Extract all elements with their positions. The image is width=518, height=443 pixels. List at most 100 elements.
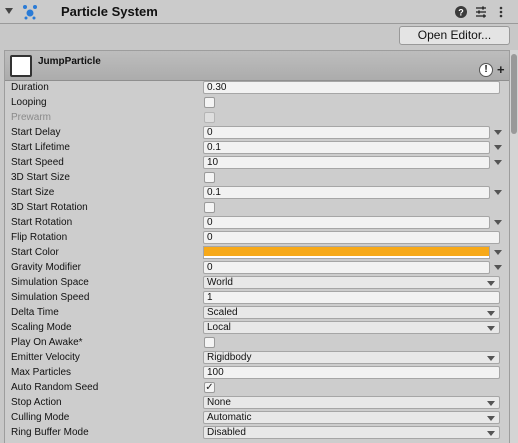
chevron-down-icon <box>487 431 495 436</box>
start-color-fill <box>204 247 489 256</box>
row-looping: Looping <box>6 95 510 110</box>
row-simulation-space: Simulation Space World <box>6 275 510 290</box>
simulation-speed-field[interactable]: 1 <box>203 291 500 304</box>
help-icon[interactable]: ? <box>454 5 468 19</box>
row-scaling-mode: Scaling Mode Local <box>6 320 510 335</box>
3d-start-rotation-label: 3D Start Rotation <box>11 202 88 213</box>
row-start-speed: Start Speed 10 <box>6 155 510 170</box>
start-speed-mode-dropdown-icon[interactable] <box>494 160 502 165</box>
row-prewarm: Prewarm <box>6 110 510 125</box>
add-module-icon[interactable]: + <box>497 62 505 77</box>
row-emitter-velocity: Emitter Velocity Rigidbody <box>6 350 510 365</box>
3d-start-size-checkbox[interactable] <box>204 172 215 183</box>
kebab-menu-icon[interactable] <box>494 5 508 19</box>
row-max-particles: Max Particles 100 <box>6 365 510 380</box>
row-play-on-awake: Play On Awake* <box>6 335 510 350</box>
row-start-size: Start Size 0.1 <box>6 185 510 200</box>
chevron-down-icon <box>487 326 495 331</box>
gravity-modifier-mode-dropdown-icon[interactable] <box>494 265 502 270</box>
delta-time-label: Delta Time <box>11 307 59 318</box>
stop-action-dropdown[interactable]: None <box>203 396 500 409</box>
start-size-label: Start Size <box>11 187 55 198</box>
start-size-field[interactable]: 0.1 <box>203 186 490 199</box>
gravity-modifier-label: Gravity Modifier <box>11 262 82 273</box>
row-duration: Duration 0.30 <box>6 80 510 95</box>
culling-mode-dropdown[interactable]: Automatic <box>203 411 500 424</box>
simulation-speed-label: Simulation Speed <box>11 292 90 303</box>
row-start-lifetime: Start Lifetime 0.1 <box>6 140 510 155</box>
start-delay-field[interactable]: 0 <box>203 126 490 139</box>
simulation-space-dropdown[interactable]: World <box>203 276 500 289</box>
prewarm-label: Prewarm <box>11 112 52 123</box>
3d-start-rotation-checkbox[interactable] <box>204 202 215 213</box>
chevron-down-icon <box>487 281 495 286</box>
chevron-down-icon <box>487 401 495 406</box>
play-on-awake-label: Play On Awake* <box>11 337 83 348</box>
row-3d-start-size: 3D Start Size <box>6 170 510 185</box>
chevron-down-icon <box>487 356 495 361</box>
emitter-velocity-label: Emitter Velocity <box>11 352 80 363</box>
row-start-delay: Start Delay 0 <box>6 125 510 140</box>
ring-buffer-mode-label: Ring Buffer Mode <box>11 427 89 438</box>
chevron-down-icon <box>487 416 495 421</box>
row-ring-buffer-mode: Ring Buffer Mode Disabled <box>6 425 510 440</box>
max-particles-label: Max Particles <box>11 367 72 378</box>
play-on-awake-checkbox[interactable] <box>204 337 215 348</box>
simulation-space-label: Simulation Space <box>11 277 89 288</box>
prewarm-checkbox <box>204 112 215 123</box>
start-color-label: Start Color <box>11 247 59 258</box>
max-particles-field[interactable]: 100 <box>203 366 500 379</box>
row-3d-start-rotation: 3D Start Rotation <box>6 200 510 215</box>
row-auto-random-seed: Auto Random Seed ✓ <box>6 380 510 395</box>
particle-system-icon <box>23 5 37 20</box>
component-title: Particle System <box>61 4 158 19</box>
delta-time-dropdown[interactable]: Scaled <box>203 306 500 319</box>
open-editor-button[interactable]: Open Editor... <box>399 26 510 45</box>
scrollbar-thumb[interactable] <box>511 54 517 134</box>
emitter-velocity-dropdown[interactable]: Rigidbody <box>203 351 500 364</box>
svg-text:?: ? <box>458 8 464 18</box>
auto-random-seed-checkbox[interactable]: ✓ <box>204 382 215 393</box>
start-speed-field[interactable]: 10 <box>203 156 490 169</box>
start-rotation-mode-dropdown-icon[interactable] <box>494 220 502 225</box>
flip-rotation-field[interactable]: 0 <box>203 231 500 244</box>
row-simulation-speed: Simulation Speed 1 <box>6 290 510 305</box>
row-culling-mode: Culling Mode Automatic <box>6 410 510 425</box>
warning-icon[interactable]: ! <box>479 63 493 77</box>
start-speed-label: Start Speed <box>11 157 64 168</box>
foldout-arrow-icon[interactable] <box>5 8 13 14</box>
row-delta-time: Delta Time Scaled <box>6 305 510 320</box>
start-delay-label: Start Delay <box>11 127 61 138</box>
auto-random-seed-label: Auto Random Seed <box>11 382 99 393</box>
start-size-mode-dropdown-icon[interactable] <box>494 190 502 195</box>
start-delay-mode-dropdown-icon[interactable] <box>494 130 502 135</box>
flip-rotation-label: Flip Rotation <box>11 232 68 243</box>
inspector-scrollbar[interactable] <box>510 50 518 443</box>
property-list: Duration 0.30 Looping Prewarm Start Dela… <box>6 80 510 440</box>
start-color-swatch[interactable] <box>203 246 490 259</box>
row-gravity-modifier: Gravity Modifier 0 <box>6 260 510 275</box>
stop-action-label: Stop Action <box>11 397 62 408</box>
start-color-alpha-bar <box>204 256 489 258</box>
looping-checkbox[interactable] <box>204 97 215 108</box>
gravity-modifier-field[interactable]: 0 <box>203 261 490 274</box>
start-rotation-label: Start Rotation <box>11 217 73 228</box>
row-stop-action: Stop Action None <box>6 395 510 410</box>
looping-label: Looping <box>11 97 47 108</box>
scaling-mode-dropdown[interactable]: Local <box>203 321 500 334</box>
row-start-rotation: Start Rotation 0 <box>6 215 510 230</box>
presets-icon[interactable] <box>474 5 488 19</box>
main-module-header[interactable]: JumpParticle ! + <box>5 51 509 81</box>
start-lifetime-field[interactable]: 0.1 <box>203 141 490 154</box>
start-rotation-field[interactable]: 0 <box>203 216 490 229</box>
module-name: JumpParticle <box>38 56 101 67</box>
duration-field[interactable]: 0.30 <box>203 81 500 94</box>
duration-label: Duration <box>11 82 49 93</box>
3d-start-size-label: 3D Start Size <box>11 172 70 183</box>
start-color-mode-dropdown-icon[interactable] <box>494 250 502 255</box>
row-start-color: Start Color <box>6 245 510 260</box>
start-lifetime-mode-dropdown-icon[interactable] <box>494 145 502 150</box>
culling-mode-label: Culling Mode <box>11 412 70 423</box>
ring-buffer-mode-dropdown[interactable]: Disabled <box>203 426 500 439</box>
component-header: Particle System ? <box>0 0 518 24</box>
